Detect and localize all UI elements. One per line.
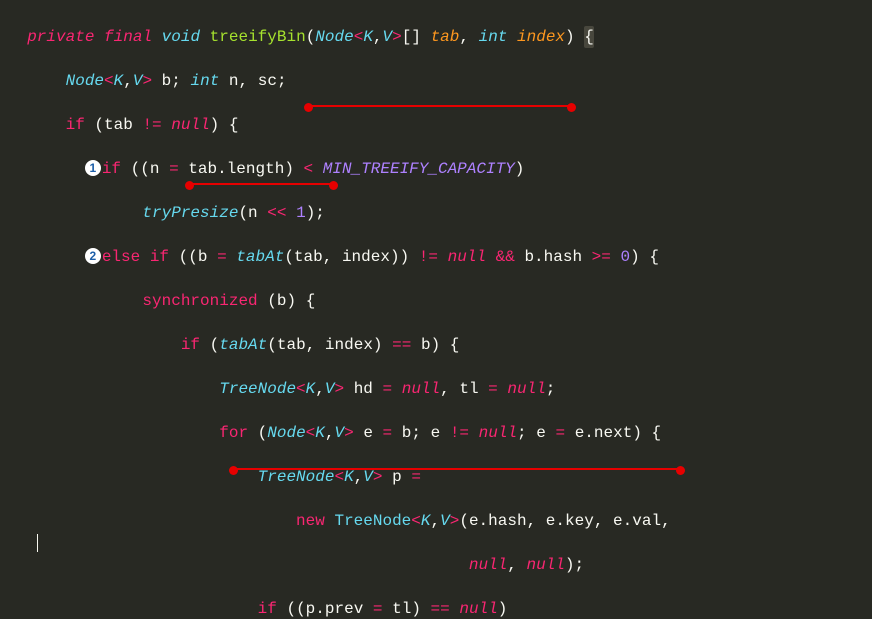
code-editor[interactable]: private final void treeifyBin(Node<K,V>[… (0, 0, 872, 619)
code-line: null, null); (8, 554, 864, 576)
code-line: tryPresize(n << 1); (8, 202, 864, 224)
code-line: for (Node<K,V> e = b; e != null; e = e.n… (8, 422, 864, 444)
code-line: synchronized (b) { (8, 290, 864, 312)
code-line: if (tabAt(tab, index) == b) { (8, 334, 864, 356)
underline-annotation (189, 183, 334, 185)
code-line: new TreeNode<K,V>(e.hash, e.key, e.val, (8, 510, 864, 532)
annotation-badge-1: 1 (85, 160, 101, 176)
code-line: TreeNode<K,V> p = (8, 466, 864, 488)
code-line: if (tab != null) { (8, 114, 864, 136)
annotation-badge-2: 2 (85, 248, 101, 264)
code-line: TreeNode<K,V> hd = null, tl = null; (8, 378, 864, 400)
underline-annotation (308, 105, 572, 107)
code-line: private final void treeifyBin(Node<K,V>[… (8, 26, 864, 48)
open-brace-highlight: { (584, 26, 594, 48)
text-caret (37, 534, 38, 552)
code-line: Node<K,V> b; int n, sc; (8, 70, 864, 92)
code-line: 2else if ((b = tabAt(tab, index)) != nul… (8, 246, 864, 268)
code-line: if ((p.prev = tl) == null) (8, 598, 864, 619)
code-line: 1if ((n = tab.length) < MIN_TREEIFY_CAPA… (8, 158, 864, 180)
